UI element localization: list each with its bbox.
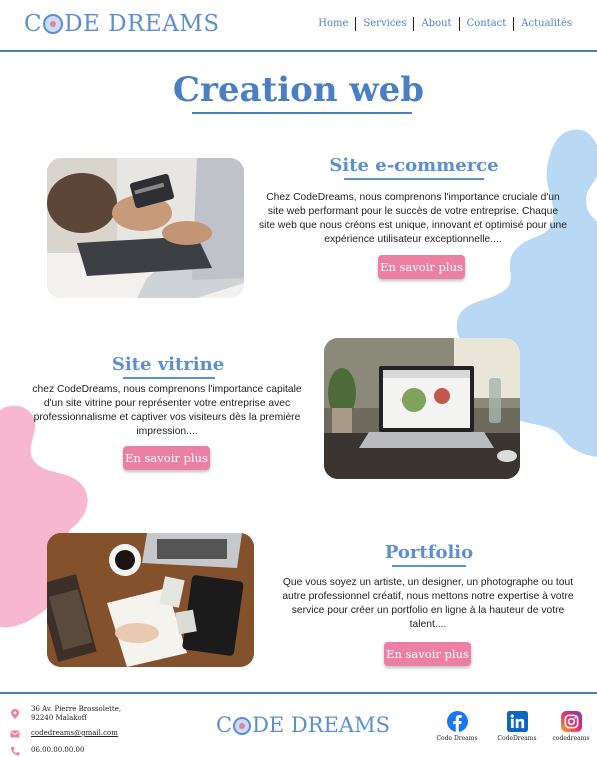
address-line-1: 36 Av. Pierre Brossolette, xyxy=(31,705,122,713)
address-line-2: 92240 Malakoff xyxy=(31,714,87,722)
email-icon xyxy=(10,730,20,738)
laptop-credit-card-photo xyxy=(47,158,244,298)
portfolio-title: Portfolio xyxy=(384,542,474,563)
site-footer: 36 Av. Pierre Brossolette, 92240 Malakof… xyxy=(0,692,597,757)
ecommerce-description: Chez CodeDreams, nous comprenons l'impor… xyxy=(259,192,567,245)
page-title: Creation web xyxy=(172,70,425,110)
nav-home[interactable]: Home xyxy=(311,17,355,31)
nav-contact[interactable]: Contact xyxy=(458,17,514,31)
footer-logo-text-start: C xyxy=(216,713,233,737)
site-header: C DE DREAMS Home Services About Contact A… xyxy=(0,0,597,52)
nav-about[interactable]: About xyxy=(413,17,458,31)
vitrine-learn-more-button[interactable]: En savoir plus xyxy=(123,446,210,470)
footer-phone: 06.00.00.00.00 xyxy=(10,746,85,756)
linkedin-icon xyxy=(506,711,528,732)
facebook-icon xyxy=(446,711,468,732)
main-nav: Home Services About Contact Actualités xyxy=(311,17,579,31)
ecommerce-learn-more-button[interactable]: En savoir plus xyxy=(378,255,465,279)
facebook-link[interactable]: Code Dreams xyxy=(427,711,487,742)
ecommerce-title: Site e-commerce xyxy=(329,155,499,176)
footer-cloud-logo-icon xyxy=(233,717,252,735)
phone-icon xyxy=(11,747,20,756)
laptop-desk-photo xyxy=(324,338,520,479)
site-logo[interactable]: C DE DREAMS xyxy=(24,11,220,37)
phone-number: 06.00.00.00.00 xyxy=(31,746,85,754)
location-pin-icon xyxy=(11,709,19,719)
footer-logo[interactable]: C DE DREAMS xyxy=(216,713,390,737)
vitrine-description: chez CodeDreams, nous comprenons l'impor… xyxy=(32,384,302,437)
linkedin-link[interactable]: CodeDreams xyxy=(487,711,547,742)
logo-text-end: DE DREAMS xyxy=(64,11,220,37)
portfolio-learn-more-button[interactable]: En savoir plus xyxy=(384,642,471,666)
instagram-icon xyxy=(560,711,582,732)
portfolio-description: Que vous soyez un artiste, un designer, … xyxy=(282,577,574,630)
vitrine-title-underline xyxy=(123,377,215,379)
desk-notebook-photo xyxy=(47,533,254,667)
ecommerce-title-underline xyxy=(344,178,484,180)
cloud-logo-icon xyxy=(43,14,64,34)
facebook-label: Code Dreams xyxy=(436,735,478,742)
instagram-label: codedreams xyxy=(552,735,590,742)
instagram-link[interactable]: codedreams xyxy=(541,711,597,742)
logo-text-start: C xyxy=(24,11,43,37)
vitrine-title: Site vitrine xyxy=(111,354,225,375)
footer-email[interactable]: codedreams@gmail.com xyxy=(10,729,118,738)
footer-logo-text-end: DE DREAMS xyxy=(252,713,390,737)
portfolio-title-underline xyxy=(392,565,466,567)
email-address[interactable]: codedreams@gmail.com xyxy=(31,729,118,738)
nav-actualites[interactable]: Actualités xyxy=(513,17,579,31)
footer-address: 36 Av. Pierre Brossolette, 92240 Malakof… xyxy=(10,705,121,723)
nav-services[interactable]: Services xyxy=(355,17,413,31)
title-underline xyxy=(192,112,412,114)
linkedin-label: CodeDreams xyxy=(497,735,537,742)
